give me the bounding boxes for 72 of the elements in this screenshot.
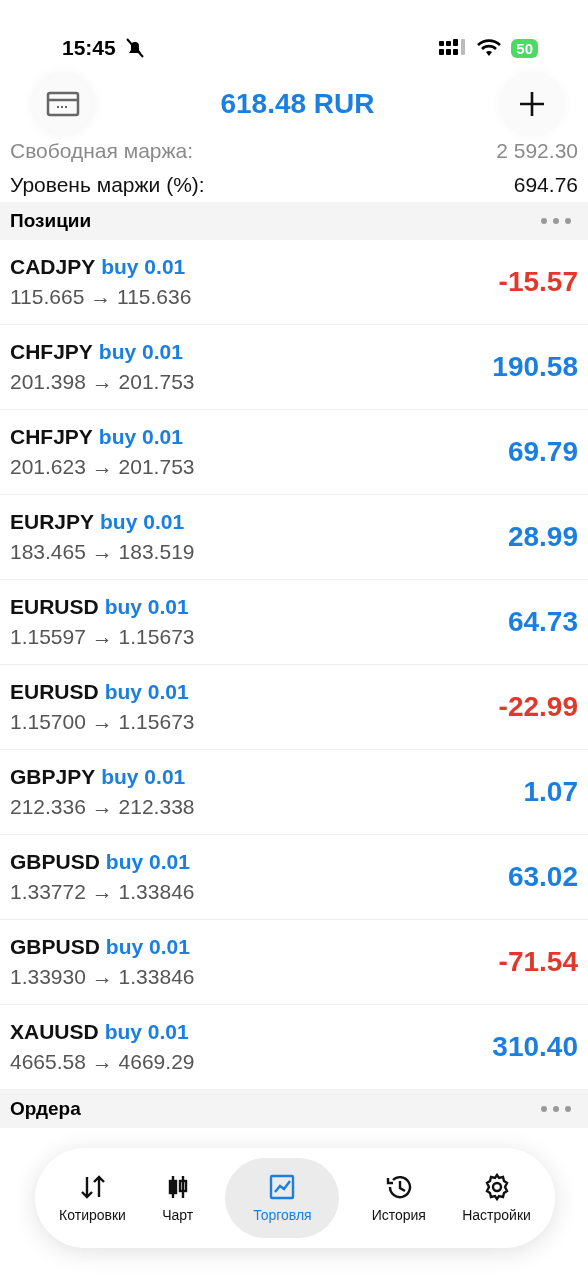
prices-text: 201.398 → 201.753 xyxy=(10,370,195,394)
battery-level: 50 xyxy=(511,38,538,58)
symbol-text: CHFJPY xyxy=(10,340,93,364)
profit-text: 190.58 xyxy=(492,351,578,383)
tab[interactable]: Чарт xyxy=(158,1158,198,1238)
history-icon xyxy=(384,1173,413,1201)
prices-text: 183.465 → 183.519 xyxy=(10,540,195,564)
side-text: buy 0.01 xyxy=(105,850,190,874)
more-icon[interactable] xyxy=(540,217,572,225)
side-text: buy 0.01 xyxy=(104,680,189,704)
tab[interactable]: История xyxy=(367,1158,430,1238)
more-icon[interactable] xyxy=(540,1105,572,1113)
side-text: buy 0.01 xyxy=(100,510,185,534)
side-text: buy 0.01 xyxy=(105,935,190,959)
profit-text: 64.73 xyxy=(507,606,578,638)
card-icon xyxy=(46,91,80,117)
position-row[interactable]: CADJPY buy 0.01 115.665 → 115.636 -15.57 xyxy=(0,240,588,325)
position-row[interactable]: EURUSD buy 0.01 1.15700 → 1.15673 -22.99 xyxy=(0,665,588,750)
position-row[interactable]: CHFJPY buy 0.01 201.623 → 201.753 69.79 xyxy=(0,410,588,495)
symbol-text: GBPUSD xyxy=(10,850,100,874)
prices-text: 201.623 → 201.753 xyxy=(10,455,195,479)
summary-value: 694.76 xyxy=(513,173,578,197)
profit-text: 1.07 xyxy=(523,776,578,808)
tab[interactable]: Настройки xyxy=(458,1158,535,1238)
profit-text: -15.57 xyxy=(498,266,578,298)
prices-text: 1.15700 → 1.15673 xyxy=(10,710,195,734)
section-title: Позиции xyxy=(10,210,92,232)
arrows-icon xyxy=(78,1173,107,1201)
symbol-text: EURUSD xyxy=(10,595,99,619)
position-row[interactable]: GBPJPY buy 0.01 212.336 → 212.338 1.07 xyxy=(0,750,588,835)
plus-icon xyxy=(518,90,546,118)
profit-text: 63.02 xyxy=(507,861,578,893)
profit-text: 28.99 xyxy=(507,521,578,553)
side-text: buy 0.01 xyxy=(98,340,183,364)
side-text: buy 0.01 xyxy=(101,765,186,789)
prices-text: 1.15597 → 1.15673 xyxy=(10,625,195,649)
symbol-text: EURJPY xyxy=(10,510,95,534)
side-text: buy 0.01 xyxy=(104,595,189,619)
side-text: buy 0.01 xyxy=(104,1020,189,1044)
profit-text: -22.99 xyxy=(498,691,578,723)
bell-off-icon xyxy=(125,38,144,58)
position-row[interactable]: EURUSD buy 0.01 1.15597 → 1.15673 64.73 xyxy=(0,580,588,665)
prices-text: 115.665 → 115.636 xyxy=(10,285,192,309)
profit-text: -71.54 xyxy=(498,946,578,978)
wifi-icon xyxy=(477,39,502,57)
side-text: buy 0.01 xyxy=(98,425,183,449)
balance-title: 618.48 RUR xyxy=(220,88,375,120)
prices-text: 4665.58 → 4669.29 xyxy=(10,1050,195,1074)
status-time: 15:45 xyxy=(62,36,116,60)
summary-value: 2 592.30 xyxy=(496,139,578,163)
prices-text: 212.336 → 212.338 xyxy=(10,795,195,819)
position-row[interactable]: GBPUSD buy 0.01 1.33930 → 1.33846 -71.54 xyxy=(0,920,588,1005)
line-chart-icon xyxy=(268,1173,297,1201)
summary-label: Уровень маржи (%): xyxy=(10,173,205,197)
symbol-text: CHFJPY xyxy=(10,425,93,449)
symbol-text: EURUSD xyxy=(10,680,99,704)
position-row[interactable]: GBPUSD buy 0.01 1.33772 → 1.33846 63.02 xyxy=(0,835,588,920)
signal-icon xyxy=(439,39,468,57)
tab[interactable]: Котировки xyxy=(55,1158,130,1238)
prices-text: 1.33772 → 1.33846 xyxy=(10,880,195,904)
profit-text: 69.79 xyxy=(507,436,578,468)
profit-text: 310.40 xyxy=(492,1031,578,1063)
position-row[interactable]: EURJPY buy 0.01 183.465 → 183.519 28.99 xyxy=(0,495,588,580)
symbol-text: GBPUSD xyxy=(10,935,100,959)
section-title: Ордера xyxy=(10,1098,81,1120)
prices-text: 1.33930 → 1.33846 xyxy=(10,965,195,989)
symbol-text: GBPJPY xyxy=(10,765,96,789)
symbol-text: CADJPY xyxy=(10,255,96,279)
summary-label: Свободная маржа: xyxy=(10,139,194,163)
position-row[interactable]: CHFJPY buy 0.01 201.398 → 201.753 190.58 xyxy=(0,325,588,410)
symbol-text: XAUUSD xyxy=(10,1020,99,1044)
side-text: buy 0.01 xyxy=(101,255,186,279)
